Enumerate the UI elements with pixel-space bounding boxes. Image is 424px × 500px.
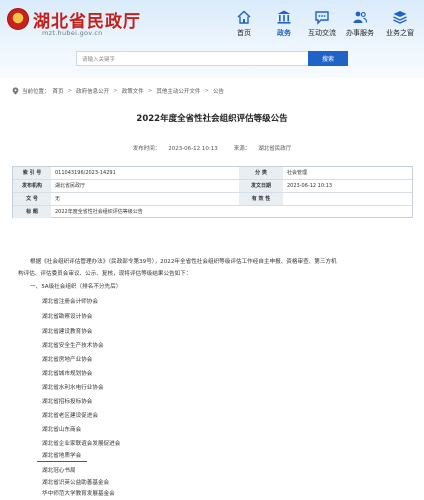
- search-button[interactable]: 搜索: [308, 51, 348, 66]
- breadcrumb-home[interactable]: 首页: [53, 87, 64, 95]
- intro-paragraph-line: 根据《社会组织评估管理办法》（民政部令第39号），2022年全省性社会组织等级评…: [30, 259, 337, 265]
- location-pin-icon: [12, 87, 19, 95]
- breadcrumb-separator: >: [147, 88, 153, 94]
- search-input[interactable]: 请输入关键字: [76, 51, 308, 66]
- list-item: 湖北冠心书局: [42, 468, 76, 474]
- table-value: 011043196/2023-14291: [55, 170, 116, 176]
- search-placeholder: 请输入关键字: [82, 57, 116, 63]
- article-title: 2022年度全省性社会组织评估等级公告: [136, 114, 288, 124]
- breadcrumb-gov-info[interactable]: 政府信息公开: [76, 87, 109, 95]
- table-key: 索 引 号: [13, 167, 51, 179]
- nav-business-label: 业务之窗: [386, 29, 414, 37]
- table-value: [283, 193, 412, 205]
- breadcrumb-separator: >: [113, 88, 118, 94]
- home-icon: [237, 10, 251, 24]
- site-header: 湖北省民政厅 mzt.hubei.gov.cn 首页 政务 互动交流 办事服务 …: [0, 0, 424, 78]
- list-item: 湖北省勘察设计协会: [42, 314, 93, 320]
- table-row: 索 引 号 011043196/2023-14291 分 类 社会管理: [13, 167, 412, 180]
- table-value: 2023-06-12 10:13: [287, 183, 333, 189]
- list-item-highlighted: 湖北省地质学会: [42, 453, 82, 459]
- breadcrumb-notice[interactable]: 公告: [213, 87, 224, 95]
- table-row: 文 号 无 有 效 性: [13, 193, 412, 206]
- list-item: 湖北省房地产业协会: [42, 357, 93, 363]
- table-key: 分 类: [239, 167, 283, 179]
- table-value: 2022年度全省性社会组织评估等级公告: [55, 209, 143, 215]
- list-item: 华中师范大学教育发展基金会: [42, 491, 115, 497]
- people-icon: [353, 11, 368, 23]
- source: 湖北省民政厅: [258, 146, 292, 152]
- table-key: 标 题: [13, 206, 51, 218]
- list-item: 湖北省山东商会: [42, 427, 82, 433]
- government-building-icon: [277, 10, 291, 24]
- table-key: 发文日期: [239, 180, 283, 192]
- table-row: 发布机构 湖北省民政厅 发文日期 2023-06-12 10:13: [13, 180, 412, 193]
- list-item: 湖北省招标投标协会: [42, 399, 93, 405]
- info-table: 索 引 号 011043196/2023-14291 分 类 社会管理 发布机构…: [12, 166, 413, 218]
- list-item: 湖北省识英公益助善基金会: [42, 480, 110, 486]
- nav-home[interactable]: 首页: [222, 9, 266, 38]
- publish-time: 2023-06-12 10:13: [168, 146, 218, 152]
- list-item: 湖北省水利水电行业协会: [42, 385, 104, 391]
- table-value: 无: [55, 196, 61, 202]
- table-key: 有 效 性: [239, 193, 283, 205]
- national-emblem-icon: [7, 8, 29, 30]
- breadcrumb: 当前位置： 首页 > 政府信息公开 > 政策文件 > 其他主动公开文件 > 公告: [12, 86, 224, 96]
- table-value: 湖北省民政厅: [55, 183, 86, 189]
- nav-business[interactable]: 业务之窗: [378, 9, 422, 38]
- list-item: 湖北省老区建设促进会: [42, 413, 98, 419]
- stack-icon: [393, 11, 407, 24]
- nav-services-label: 办事服务: [346, 29, 374, 37]
- article-meta: 发布时间： 2023-06-12 10:13 来源： 湖北省民政厅: [0, 143, 424, 153]
- intro-paragraph-line: 构评估、评估委员会审议、公示、复核，现将评估等级结果公告如下：: [18, 271, 192, 277]
- table-key: 文 号: [13, 193, 51, 205]
- source-label: 来源：: [233, 146, 251, 152]
- breadcrumb-other-files[interactable]: 其他主动公开文件: [156, 87, 200, 95]
- breadcrumb-prefix: 当前位置：: [22, 89, 50, 95]
- nav-home-label: 首页: [237, 29, 251, 37]
- list-item: 湖北省建设教育协会: [42, 329, 93, 335]
- list-item: 湖北省注册会计师协会: [42, 299, 98, 305]
- highlight-underline: [37, 461, 87, 462]
- table-row: 标 题 2022年度全省性社会组织评估等级公告: [13, 206, 412, 218]
- table-value: 社会管理: [287, 170, 308, 176]
- breadcrumb-separator: >: [204, 88, 210, 94]
- list-item: 湖北省企业家联谊会发展促进会: [42, 441, 121, 447]
- list-item: 湖北省城市规划协会: [42, 371, 93, 377]
- site-url: mzt.hubei.gov.cn: [42, 29, 103, 37]
- breadcrumb-policy[interactable]: 政策文件: [122, 87, 144, 95]
- publish-time-label: 发布时间：: [132, 146, 161, 152]
- breadcrumb-separator: >: [67, 88, 73, 94]
- nav-services[interactable]: 办事服务: [338, 9, 382, 38]
- section-heading: 一、5A级社会组织（排名不分先后）: [30, 284, 122, 290]
- chat-bubble-icon: [315, 11, 329, 25]
- list-item: 湖北省安全生产技术协会: [42, 343, 104, 349]
- table-key: 发布机构: [13, 180, 51, 192]
